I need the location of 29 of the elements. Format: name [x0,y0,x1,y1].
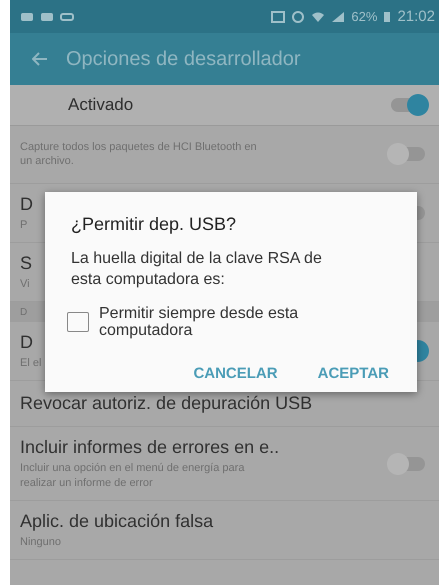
setting-title: D [20,194,33,215]
setting-description: Vi [20,276,30,292]
dialog-title: ¿Permitir dep. USB? [71,214,238,235]
dialog-message: La huella digital de la clave RSA de esta computadora es: [71,249,323,290]
setting-description: Incluir una opción en el menú de energía para realizar un informe de error [20,461,246,490]
back-arrow-icon[interactable] [32,52,48,66]
wifi-icon [311,10,326,22]
master-switch-label: Activado [68,95,134,115]
checkbox[interactable] [67,312,89,332]
setting-title: Revocar autoriz. de depuración USB [20,393,312,414]
notification-icon [60,10,74,22]
setting-title: Aplic. de ubicación falsa [20,511,214,532]
notification-icon [40,10,54,22]
notification-icon [20,10,34,22]
checkbox-label: Permitir siempre desde esta computadora [99,304,300,340]
dialog-button[interactable]: CANCELAR [191,361,280,386]
dialog-button[interactable]: ACEPTAR [316,361,391,386]
signal-icon [331,10,346,22]
setting-description: El el [20,356,42,370]
setting-description: Ninguno [20,535,61,550]
setting-description: P [20,218,28,232]
clock: 21:02 [397,8,435,25]
setting-title: Incluir informes de errores en e.. [20,437,280,458]
setting-description: Capture todos los paquetes de HCI Bluetooth en un archivo. [20,140,258,169]
setting-title: S [20,252,32,274]
battery-icon [383,10,392,22]
screen-title: Opciones de desarrollador [66,48,301,70]
battery-percent: 62% [351,9,378,24]
setting-title: D [20,332,33,354]
